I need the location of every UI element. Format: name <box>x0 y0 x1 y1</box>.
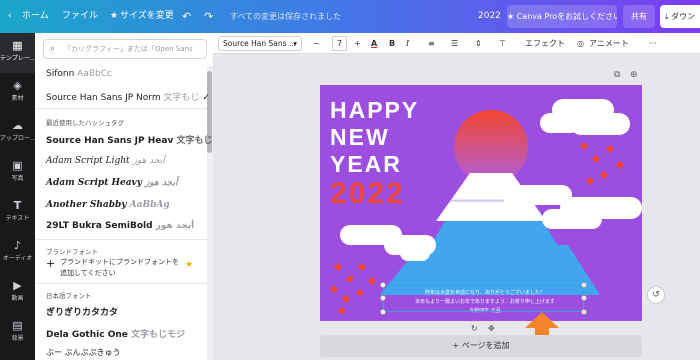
font-item[interactable]: ぎりぎりカタカタ <box>46 305 118 318</box>
japanese-fonts-heading: 日本語フォント <box>46 292 92 300</box>
rail-item-elements[interactable]: ◈ 素材 <box>0 73 35 113</box>
divider <box>35 108 207 109</box>
move-icon[interactable]: ✥ <box>488 324 495 333</box>
undo-icon[interactable]: ↶ <box>182 0 191 33</box>
brand-fonts-heading: ブランドフォント <box>46 248 98 256</box>
add-brand-font-icon[interactable]: + <box>46 257 55 270</box>
rail-item-video[interactable]: ▶ 動画 <box>0 273 35 313</box>
download-button[interactable]: ⤓ ダウン <box>660 5 700 28</box>
rail-item-audio[interactable]: ♪ オーディオ <box>0 233 35 273</box>
decrease-size-button[interactable]: − <box>313 33 320 54</box>
side-rail: ▦ テンプレー… ◈ 素材 ☁ アップロー… ▣ 写真 T テキスト ♪ オーデ… <box>0 33 35 360</box>
font-search-input[interactable]: ⌕ 「カリグラフィー」または「Open Sans <box>43 39 207 59</box>
font-item[interactable]: ぶー ぶんぷぷきゅう <box>46 347 121 358</box>
headline-happy[interactable]: HAPPY <box>330 97 419 123</box>
resize-handle[interactable] <box>581 309 587 315</box>
star-icon: ★ <box>507 12 517 21</box>
resize-handle[interactable] <box>380 295 386 301</box>
resize-button[interactable]: サイズを変更 <box>120 0 174 33</box>
divider <box>35 283 207 284</box>
rail-item-templates[interactable]: ▦ テンプレー… <box>0 33 35 73</box>
sun-shape <box>454 110 528 184</box>
elements-icon: ◈ <box>13 79 22 92</box>
file-menu[interactable]: ファイル <box>62 0 98 33</box>
check-icon: ✓ <box>202 93 210 103</box>
help-icon[interactable]: ↺ <box>647 286 665 304</box>
more-options-icon[interactable]: ··· <box>649 33 657 54</box>
text-icon: T <box>13 199 22 212</box>
home-button[interactable]: ホーム <box>22 0 49 33</box>
document-title[interactable]: 2022 <box>478 0 501 33</box>
font-item-selected[interactable]: Source Han Sans JP Norm 文字もじ ✓ <box>46 90 210 103</box>
chevron-down-icon: ▾ <box>293 39 297 48</box>
spacing-icon[interactable]: ⇕ <box>475 33 482 54</box>
font-item[interactable]: Dela Gothic One 文字もじモジ <box>46 327 185 340</box>
align-center-icon[interactable]: ≡ <box>428 33 435 54</box>
save-status: すべての変更は保存されました <box>230 12 342 21</box>
animate-icon: ◎ <box>577 39 584 48</box>
add-page-button[interactable]: + ページを追加 <box>320 335 642 357</box>
resize-handle[interactable] <box>581 295 587 301</box>
bold-button[interactable]: B <box>389 33 395 54</box>
crown-icon: ★ <box>185 260 194 270</box>
headline-new[interactable]: NEW <box>330 124 390 150</box>
animate-button[interactable]: アニメート <box>589 33 629 54</box>
italic-button[interactable]: I <box>406 33 409 54</box>
redo-icon[interactable]: ↷ <box>204 0 213 33</box>
rail-item-background[interactable]: ▤ 背景 <box>0 313 35 353</box>
background-icon: ▤ <box>12 319 23 332</box>
font-item[interactable]: 29LT Bukra SemiBold أبجد هوز <box>46 221 194 231</box>
rail-item-uploads[interactable]: ☁ アップロー… <box>0 113 35 153</box>
rail-item-text[interactable]: T テキスト <box>0 193 35 233</box>
resize-handle[interactable] <box>380 282 386 288</box>
brand-font-hint-2: 追加してください <box>60 269 116 277</box>
brand-font-hint: ブランドキットにブランドフォントを <box>60 258 179 266</box>
font-family-select[interactable]: Source Han Sans ... ▾ <box>218 36 302 51</box>
recent-fonts-heading: 最近使用したハッシュタグ <box>46 119 124 127</box>
duplicate-page-icon[interactable]: ⧉ <box>614 70 620 80</box>
video-icon: ▶ <box>13 279 22 292</box>
headline-year[interactable]: YEAR <box>330 151 402 177</box>
font-item[interactable]: Another Shabby AaBbAg <box>46 200 170 210</box>
rail-item-photos[interactable]: ▣ 写真 <box>0 153 35 193</box>
audio-icon: ♪ <box>13 239 22 252</box>
effect-button[interactable]: エフェクト <box>525 33 565 54</box>
back-chevron-icon[interactable]: ‹ <box>8 0 12 33</box>
top-bar: ‹ ホーム ファイル ★ サイズを変更 ↶ ↷ すべての変更は保存されました 2… <box>0 0 700 33</box>
text-color-button[interactable]: A <box>371 33 377 54</box>
format-toolbar: Source Han Sans ... ▾ − 7 + A B I ≡ ☰ ⇕ … <box>213 33 700 54</box>
list-icon[interactable]: ☰ <box>451 33 458 54</box>
resize-handle[interactable] <box>581 282 587 288</box>
text-selection-box[interactable] <box>380 282 587 315</box>
font-item[interactable]: Adam Script Light أبجد هوز <box>46 156 165 166</box>
crown-icon: ★ <box>110 11 119 21</box>
increase-size-button[interactable]: + <box>354 33 361 54</box>
font-item[interactable]: Adam Script Heavy أبجد هوز <box>46 178 178 188</box>
try-pro-button[interactable]: ★ Canva Proをお試しください <box>507 5 617 28</box>
upload-icon: ☁ <box>12 119 23 132</box>
template-icon: ▦ <box>12 39 23 52</box>
photo-icon: ▣ <box>12 159 23 172</box>
headline-2022[interactable]: 2022 <box>330 177 405 211</box>
divider <box>35 239 207 240</box>
font-size-input[interactable]: 7 <box>332 36 348 51</box>
font-item[interactable]: Sifonn AaBbCc <box>46 69 112 79</box>
vertical-text-icon[interactable]: ⊤ <box>499 33 506 54</box>
font-item[interactable]: Source Han Sans JP Heav 文字もじモジ <box>46 133 213 146</box>
search-icon: ⌕ <box>50 44 56 54</box>
rotate-icon[interactable]: ↻ <box>471 324 478 333</box>
add-page-icon[interactable]: ⊕ <box>630 70 638 80</box>
share-button[interactable]: 共有 <box>623 5 655 28</box>
font-panel: ⌕ 「カリグラフィー」または「Open Sans Sifonn AaBbCc S… <box>35 33 213 360</box>
resize-handle[interactable] <box>380 309 386 315</box>
